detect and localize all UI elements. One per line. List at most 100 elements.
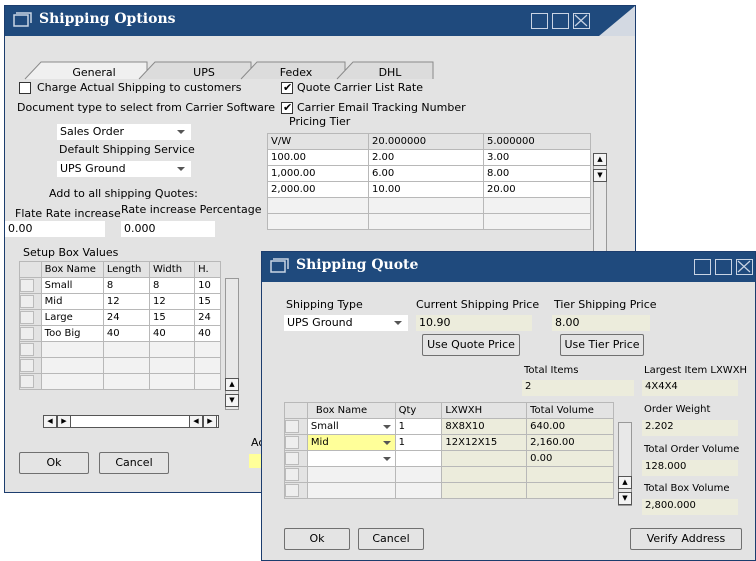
table-cell[interactable] xyxy=(526,466,614,483)
table-row[interactable]: Mid 12 12 15 xyxy=(19,293,221,310)
table-cell[interactable] xyxy=(306,482,396,499)
table-row[interactable]: 2,000.00 10.00 20.00 xyxy=(267,181,591,198)
row-selector[interactable] xyxy=(19,373,42,390)
maximize-button[interactable] xyxy=(715,259,732,275)
row-selector[interactable] xyxy=(19,325,42,342)
row-selector[interactable] xyxy=(19,277,42,294)
table-cell[interactable] xyxy=(483,213,591,230)
table-cell[interactable]: Mid xyxy=(306,434,396,451)
table-cell[interactable]: 10 xyxy=(194,277,221,294)
table-cell[interactable] xyxy=(102,341,150,358)
table-row[interactable]: 1,000.00 6.00 8.00 xyxy=(267,165,591,182)
table-cell[interactable]: 6.00 xyxy=(368,165,484,182)
row-selector[interactable] xyxy=(284,434,308,451)
table-cell[interactable] xyxy=(194,373,221,390)
table-cell[interactable]: 1,000.00 xyxy=(267,165,369,182)
quote-carrier-checkbox[interactable]: ✔ xyxy=(281,81,293,94)
table-cell[interactable] xyxy=(394,466,443,483)
use-tier-price-button[interactable]: Use Tier Price xyxy=(560,334,644,356)
table-cell[interactable]: 10.00 xyxy=(368,181,484,198)
scroll-right-button[interactable]: ▶ xyxy=(203,415,217,428)
shipping-quote-titlebar[interactable]: Shipping Quote xyxy=(262,252,755,282)
table-cell[interactable] xyxy=(306,466,396,483)
verify-address-button[interactable]: Verify Address xyxy=(630,528,742,550)
table-cell[interactable]: 8.00 xyxy=(483,165,591,182)
shipping-options-titlebar[interactable]: Shipping Options xyxy=(5,6,635,36)
box-values-grid[interactable]: Box Name Length Width H. Small 8 8 10 Mi… xyxy=(19,261,221,390)
column-header[interactable]: H. xyxy=(194,261,221,278)
carrier-email-checkbox[interactable]: ✔ xyxy=(281,101,293,114)
table-cell[interactable]: Small xyxy=(306,418,396,435)
flat-rate-input[interactable]: 0.00 xyxy=(5,221,105,237)
table-row[interactable]: Small 1 8X8X10 640.00 xyxy=(284,418,614,435)
rate-pct-input[interactable]: 0.000 xyxy=(121,221,215,237)
table-cell[interactable]: 20.00 xyxy=(483,181,591,198)
scroll-up-button[interactable]: ▲ xyxy=(225,378,239,391)
column-header[interactable]: Total Volume xyxy=(526,402,614,419)
column-header[interactable]: Length xyxy=(102,261,150,278)
table-row[interactable]: 0.00 xyxy=(284,450,614,467)
table-cell[interactable]: 12 xyxy=(148,293,196,310)
column-header[interactable]: 5.000000 xyxy=(483,133,591,150)
ok-button[interactable]: Ok xyxy=(284,528,350,550)
table-cell[interactable] xyxy=(194,357,221,374)
table-row[interactable]: 100.00 2.00 3.00 xyxy=(267,149,591,166)
table-cell[interactable] xyxy=(306,450,396,467)
table-cell[interactable]: 40 xyxy=(148,325,196,342)
table-row[interactable]: Too Big 40 40 40 xyxy=(19,325,221,342)
table-cell[interactable] xyxy=(40,357,104,374)
table-cell[interactable] xyxy=(394,450,443,467)
table-cell[interactable] xyxy=(526,482,614,499)
table-cell[interactable] xyxy=(368,197,484,214)
table-cell[interactable] xyxy=(40,341,104,358)
tab-ups[interactable]: UPS xyxy=(161,64,247,82)
table-cell[interactable]: Large xyxy=(40,309,104,326)
row-selector[interactable] xyxy=(19,357,42,374)
column-header[interactable]: Qty xyxy=(394,402,443,419)
table-cell[interactable] xyxy=(483,197,591,214)
table-cell[interactable]: 40 xyxy=(194,325,221,342)
column-header[interactable]: 20.000000 xyxy=(368,133,484,150)
charge-actual-checkbox[interactable] xyxy=(19,82,31,94)
close-button[interactable] xyxy=(736,259,753,275)
use-quote-price-button[interactable]: Use Quote Price xyxy=(422,334,520,356)
table-cell[interactable]: 24 xyxy=(102,309,150,326)
scroll-down-button[interactable]: ▼ xyxy=(225,394,239,407)
table-row[interactable] xyxy=(267,197,591,214)
table-cell[interactable] xyxy=(148,373,196,390)
quote-grid[interactable]: Box Name Qty LXWXH Total Volume Small 1 … xyxy=(284,402,614,499)
table-cell[interactable]: 40 xyxy=(102,325,150,342)
cancel-button[interactable]: Cancel xyxy=(99,452,169,474)
table-cell[interactable]: 3.00 xyxy=(483,149,591,166)
scroll-up-button[interactable]: ▲ xyxy=(593,153,607,166)
row-selector[interactable] xyxy=(19,293,42,310)
minimize-button[interactable] xyxy=(531,13,548,29)
pricing-tier-scrollbar[interactable] xyxy=(593,153,607,253)
close-button[interactable] xyxy=(573,13,590,29)
table-cell[interactable]: 24 xyxy=(194,309,221,326)
table-cell[interactable] xyxy=(148,357,196,374)
table-row[interactable] xyxy=(267,213,591,230)
row-selector[interactable] xyxy=(284,418,308,435)
table-row[interactable] xyxy=(19,357,221,374)
table-row[interactable] xyxy=(19,341,221,358)
scroll-left-button[interactable]: ◀ xyxy=(43,415,57,428)
column-header[interactable]: Box Name xyxy=(306,402,396,419)
table-row[interactable]: Mid 1 12X12X15 2,160.00 xyxy=(284,434,614,451)
table-row[interactable]: Large 24 15 24 xyxy=(19,309,221,326)
maximize-button[interactable] xyxy=(552,13,569,29)
table-cell[interactable]: 8 xyxy=(102,277,150,294)
table-cell[interactable]: 1 xyxy=(394,434,443,451)
table-cell[interactable]: 15 xyxy=(194,293,221,310)
tab-fedex[interactable]: Fedex xyxy=(261,64,331,82)
scroll-right-button[interactable]: ▶ xyxy=(57,415,71,428)
column-header[interactable]: V/W xyxy=(267,133,369,150)
scroll-down-button[interactable]: ▼ xyxy=(593,169,607,182)
table-cell[interactable]: Small xyxy=(40,277,104,294)
scroll-down-button[interactable]: ▼ xyxy=(618,492,632,505)
table-cell[interactable] xyxy=(102,373,150,390)
pricing-tier-grid[interactable]: V/W 20.000000 5.000000 100.00 2.00 3.00 … xyxy=(267,133,591,230)
shipping-type-select[interactable]: UPS Ground xyxy=(284,315,408,331)
table-cell[interactable] xyxy=(102,357,150,374)
table-cell[interactable]: 100.00 xyxy=(267,149,369,166)
